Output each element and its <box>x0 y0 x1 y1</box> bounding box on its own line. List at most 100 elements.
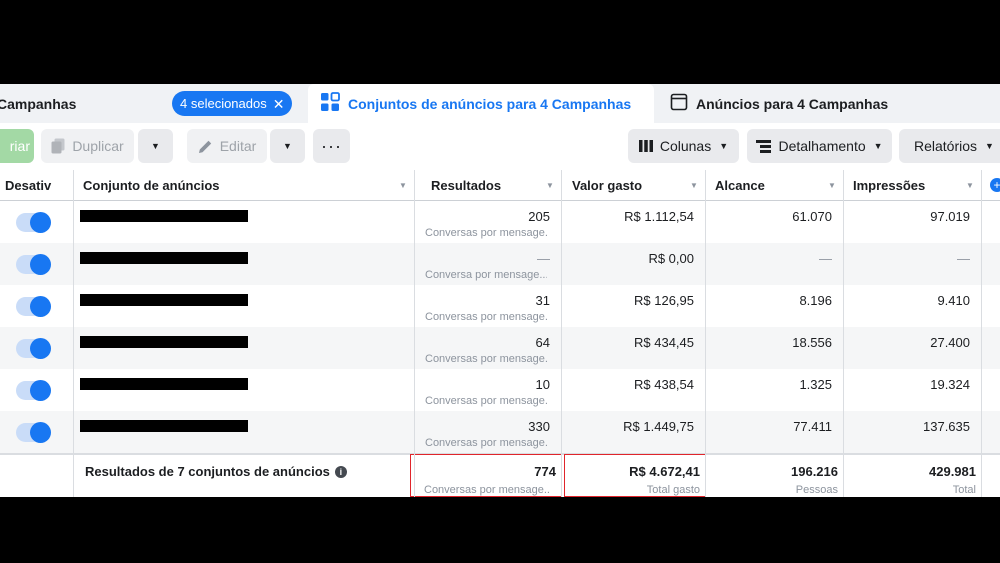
table-row[interactable]: — Conversa por mensage... R$ 0,00 — — <box>0 243 1000 285</box>
spent-value: R$ 126,95 <box>634 293 694 308</box>
reach-value: 8.196 <box>799 293 832 308</box>
breakdown-label: Detalhamento <box>778 138 866 154</box>
status-toggle[interactable] <box>16 380 51 401</box>
chevron-down-icon[interactable]: ▼ <box>546 181 554 190</box>
columns-icon <box>638 140 653 152</box>
close-icon[interactable]: ✕ <box>273 97 285 111</box>
totals-label-wrap: Resultados de 7 conjuntos de anúncios i <box>85 464 347 479</box>
chevron-down-icon: ▼ <box>719 141 729 151</box>
column-divider <box>843 170 844 497</box>
column-header-name[interactable]: Conjunto de anúncios <box>83 170 220 200</box>
totals-impressions-type: Total <box>952 484 976 496</box>
reach-value: 18.556 <box>792 335 832 350</box>
table-row[interactable]: 205 Conversas por mensage... R$ 1.112,54… <box>0 201 1000 243</box>
reports-button[interactable]: Relatórios ▼ <box>899 129 1000 163</box>
column-header-name-label: Conjunto de anúncios <box>83 177 220 193</box>
chevron-down-icon[interactable]: ▼ <box>966 181 974 190</box>
reach-value: 61.070 <box>792 209 832 224</box>
chevron-down-icon: ▼ <box>985 141 994 151</box>
ads-manager-panel: Campanhas 4 selecionados ✕ Conjuntos de … <box>0 84 1000 497</box>
more-options-button[interactable]: ··· <box>313 129 350 163</box>
results-value: 31 <box>535 293 550 308</box>
tab-ads[interactable]: Anúncios para 4 Campanhas <box>662 84 1000 123</box>
column-divider <box>561 170 562 497</box>
column-divider <box>705 170 706 497</box>
copy-icon <box>51 138 65 154</box>
reach-value: 77.411 <box>793 419 832 434</box>
results-value: — <box>537 251 550 266</box>
chevron-down-icon: ▼ <box>151 141 160 151</box>
results-type: Conversas por mensage... <box>425 353 547 365</box>
reach-value: — <box>819 251 832 266</box>
column-header-spent-label: Valor gasto <box>572 177 643 193</box>
selected-count-label: 4 selecionados <box>180 96 267 111</box>
reports-label: Relatórios <box>914 138 978 154</box>
create-label: riar <box>9 138 30 154</box>
column-divider <box>981 170 982 497</box>
chevron-down-icon[interactable]: ▼ <box>690 181 698 190</box>
edit-button[interactable]: Editar <box>187 129 267 163</box>
columns-label: Colunas <box>659 138 712 154</box>
edit-label: Editar <box>219 138 257 154</box>
edit-dropdown-button[interactable]: ▼ <box>270 129 305 163</box>
window-icon <box>670 93 688 114</box>
more-label: ··· <box>321 135 342 156</box>
add-column-icon[interactable]: + <box>990 178 1000 192</box>
reach-value: 1.325 <box>799 377 832 392</box>
status-toggle[interactable] <box>16 422 51 443</box>
column-header-results[interactable]: Resultados <box>431 170 501 200</box>
table-row[interactable]: 64 Conversas por mensage... R$ 434,45 18… <box>0 327 1000 369</box>
results-value: 10 <box>535 377 550 392</box>
status-toggle[interactable] <box>16 338 51 359</box>
column-header-spent[interactable]: Valor gasto <box>572 170 642 200</box>
info-icon[interactable]: i <box>334 465 347 478</box>
grid-icon <box>320 92 340 115</box>
spent-value: R$ 0,00 <box>648 251 694 266</box>
column-header-reach[interactable]: Alcance <box>715 170 765 200</box>
results-type: Conversas por mensage... <box>425 395 547 407</box>
totals-spent-value: R$ 4.672,41 <box>629 464 700 479</box>
pencil-icon <box>198 139 213 154</box>
column-header-impressions-label: Impressões <box>853 177 926 193</box>
duplicate-dropdown-button[interactable]: ▼ <box>138 129 173 163</box>
column-divider <box>73 170 74 497</box>
impressions-value: 19.324 <box>930 377 970 392</box>
column-header-toggle-label: Desativ <box>5 177 52 193</box>
selected-count-pill[interactable]: 4 selecionados ✕ <box>172 91 293 116</box>
table-row[interactable]: 330 Conversas por mensage... R$ 1.449,75… <box>0 411 1000 453</box>
chevron-down-icon[interactable]: ▼ <box>828 181 836 190</box>
breakdown-icon <box>756 139 772 153</box>
status-toggle[interactable] <box>16 296 51 317</box>
tab-adsets-label: Conjuntos de anúncios para 4 Campanhas <box>348 95 632 112</box>
create-button[interactable]: riar <box>0 129 34 163</box>
breakdown-button[interactable]: Detalhamento ▼ <box>747 129 892 163</box>
columns-button[interactable]: Colunas ▼ <box>628 129 739 163</box>
results-value: 64 <box>535 335 550 350</box>
chevron-down-icon[interactable]: ▼ <box>399 181 407 190</box>
column-header-toggle[interactable]: Desativ <box>5 170 51 200</box>
column-header-impressions[interactable]: Impressões <box>853 170 925 200</box>
spent-value: R$ 1.449,75 <box>623 419 694 434</box>
tab-ads-label: Anúncios para 4 Campanhas <box>696 95 889 112</box>
totals-reach-value: 196.216 <box>791 464 838 479</box>
duplicate-button[interactable]: Duplicar <box>41 129 134 163</box>
table-row[interactable]: 31 Conversas por mensage... R$ 126,95 8.… <box>0 285 1000 327</box>
table-row[interactable]: 10 Conversas por mensage... R$ 438,54 1.… <box>0 369 1000 411</box>
level-tabs: Campanhas 4 selecionados ✕ Conjuntos de … <box>0 84 1000 123</box>
status-toggle[interactable] <box>16 254 51 275</box>
impressions-value: 137.635 <box>923 419 970 434</box>
tab-adsets[interactable]: Conjuntos de anúncios para 4 Campanhas <box>308 84 654 123</box>
totals-results-value: 774 <box>534 464 556 479</box>
tab-campaigns[interactable]: Campanhas 4 selecionados ✕ <box>0 84 300 123</box>
results-type: Conversas por mensage... <box>425 311 547 323</box>
chevron-down-icon: ▼ <box>873 141 883 151</box>
impressions-value: 97.019 <box>930 209 970 224</box>
impressions-value: 27.400 <box>930 335 970 350</box>
tab-campaigns-label: Campanhas <box>0 95 77 112</box>
redacted-adset-name <box>80 252 248 264</box>
redacted-adset-name <box>80 420 248 432</box>
duplicate-label: Duplicar <box>72 138 124 154</box>
status-toggle[interactable] <box>16 212 51 233</box>
results-type: Conversa por mensage... <box>425 269 547 281</box>
column-divider <box>414 170 415 497</box>
